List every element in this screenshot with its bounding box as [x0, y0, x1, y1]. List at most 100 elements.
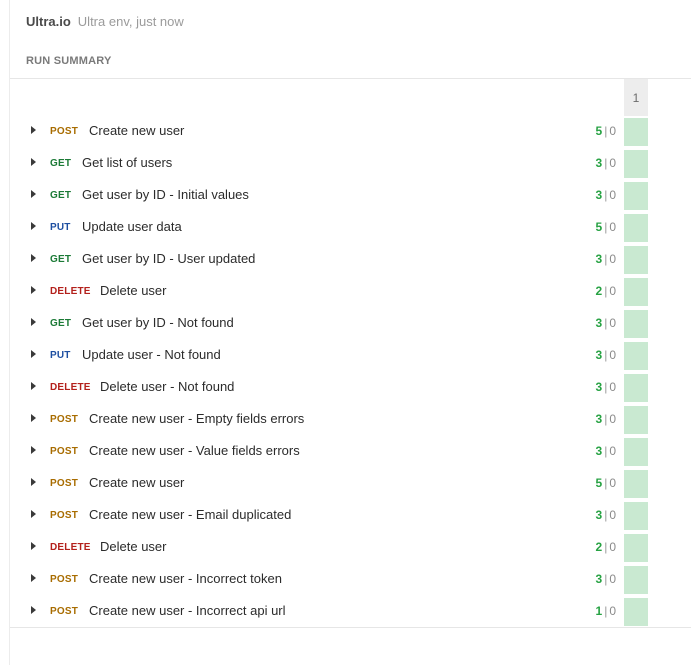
failed-count: 0 — [609, 540, 616, 554]
expand-caret-icon[interactable] — [31, 126, 36, 134]
count-separator: | — [604, 284, 608, 298]
expand-caret-icon[interactable] — [31, 414, 36, 422]
request-row[interactable]: POST Create new user 5 | 0 — [10, 116, 691, 148]
method-badge: POST — [50, 606, 79, 617]
result-counts: 3 | 0 — [596, 572, 617, 586]
request-row[interactable]: DELETE Delete user - Not found 3 | 0 — [10, 372, 691, 404]
iteration-result-cell[interactable] — [624, 246, 648, 274]
request-row[interactable]: GET Get user by ID - User updated 3 | 0 — [10, 244, 691, 276]
iteration-result-cell[interactable] — [624, 406, 648, 434]
request-name: Get user by ID - Not found — [82, 315, 234, 330]
iteration-result-cell[interactable] — [624, 278, 648, 306]
request-row[interactable]: PUT Update user - Not found 3 | 0 — [10, 340, 691, 372]
request-name: Get list of users — [82, 155, 173, 170]
method-badge: GET — [50, 318, 72, 329]
passed-count: 3 — [595, 348, 603, 362]
iteration-result-cell[interactable] — [624, 470, 648, 498]
failed-count: 0 — [609, 124, 616, 138]
failed-count: 0 — [609, 508, 616, 522]
expand-caret-icon[interactable] — [31, 606, 36, 614]
request-row[interactable]: GET Get list of users 3 | 0 — [10, 148, 691, 180]
request-row[interactable]: POST Create new user - Email duplicated 3 |… — [10, 500, 691, 532]
count-separator: | — [604, 156, 608, 170]
result-counts: 3 | 0 — [596, 252, 617, 266]
count-separator: | — [604, 412, 608, 426]
result-counts: 3 | 0 — [596, 508, 617, 522]
count-separator: | — [604, 476, 608, 490]
iteration-result-cell[interactable] — [624, 118, 648, 146]
iteration-result-cell[interactable] — [624, 438, 648, 466]
result-counts: 3 | 0 — [596, 444, 617, 458]
method-badge: POST — [50, 126, 79, 137]
request-row[interactable]: POST Create new user 5 | 0 — [10, 468, 691, 500]
request-name: Get user by ID - Initial values — [82, 187, 249, 202]
expand-caret-icon[interactable] — [31, 542, 36, 550]
passed-count: 3 — [595, 412, 603, 426]
expand-caret-icon[interactable] — [31, 222, 36, 230]
expand-caret-icon[interactable] — [31, 190, 36, 198]
iteration-result-cell[interactable] — [624, 566, 648, 594]
result-counts: 3 | 0 — [596, 348, 617, 362]
count-separator: | — [604, 508, 608, 522]
expand-caret-icon[interactable] — [31, 574, 36, 582]
result-counts: 2 | 0 — [596, 284, 617, 298]
iteration-result-cell[interactable] — [624, 214, 648, 242]
request-row[interactable]: PUT Update user data 5 | 0 — [10, 212, 691, 244]
expand-caret-icon[interactable] — [31, 286, 36, 294]
failed-count: 0 — [609, 604, 616, 618]
method-badge: POST — [50, 478, 79, 489]
iteration-column-header: 1 — [624, 79, 648, 116]
result-counts: 3 | 0 — [596, 380, 617, 394]
passed-count: 3 — [595, 572, 603, 586]
failed-count: 0 — [609, 252, 616, 266]
expand-caret-icon[interactable] — [31, 510, 36, 518]
request-name: Create new user — [89, 475, 185, 490]
method-badge: DELETE — [50, 542, 91, 553]
request-row[interactable]: DELETE Delete user 2 | 0 — [10, 532, 691, 564]
passed-count: 2 — [595, 284, 603, 298]
expand-caret-icon[interactable] — [31, 350, 36, 358]
result-counts: 3 | 0 — [596, 316, 617, 330]
iteration-result-cell[interactable] — [624, 534, 648, 562]
iteration-result-cell[interactable] — [624, 342, 648, 370]
request-row[interactable]: DELETE Delete user 2 | 0 — [10, 276, 691, 308]
failed-count: 0 — [609, 476, 616, 490]
iteration-result-cell[interactable] — [624, 310, 648, 338]
iteration-result-cell[interactable] — [624, 598, 648, 626]
request-row[interactable]: GET Get user by ID - Not found 3 | 0 — [10, 308, 691, 340]
request-row[interactable]: POST Create new user - Incorrect token 3 | 0 — [10, 564, 691, 596]
iteration-result-cell[interactable] — [624, 182, 648, 210]
method-badge: DELETE — [50, 286, 91, 297]
request-row[interactable]: POST Create new user - Empty fields error… — [10, 404, 691, 436]
iteration-result-cell[interactable] — [624, 502, 648, 530]
count-separator: | — [604, 124, 608, 138]
divider — [10, 78, 691, 79]
failed-count: 0 — [609, 156, 616, 170]
request-row[interactable]: POST Create new user - Value fields error… — [10, 436, 691, 468]
passed-count: 1 — [595, 604, 603, 618]
iteration-result-cell[interactable] — [624, 150, 648, 178]
iteration-result-cell[interactable] — [624, 374, 648, 402]
passed-count: 3 — [595, 156, 603, 170]
failed-count: 0 — [609, 348, 616, 362]
request-name: Delete user - Not found — [100, 379, 235, 394]
failed-count: 0 — [609, 444, 616, 458]
expand-caret-icon[interactable] — [31, 446, 36, 454]
failed-count: 0 — [609, 188, 616, 202]
passed-count: 3 — [595, 508, 603, 522]
request-row[interactable]: POST Create new user - Incorrect api url 1… — [10, 596, 691, 628]
count-separator: | — [604, 316, 608, 330]
expand-caret-icon[interactable] — [31, 478, 36, 486]
expand-caret-icon[interactable] — [31, 254, 36, 262]
method-badge: DELETE — [50, 382, 91, 393]
environment-label: Ultra env, just now — [77, 14, 184, 29]
expand-caret-icon[interactable] — [31, 318, 36, 326]
method-badge: PUT — [50, 350, 71, 361]
failed-count: 0 — [609, 284, 616, 298]
passed-count: 5 — [595, 220, 603, 234]
expand-caret-icon[interactable] — [31, 158, 36, 166]
method-badge: GET — [50, 158, 72, 169]
request-name: Delete user — [100, 539, 167, 554]
request-row[interactable]: GET Get user by ID - Initial values 3 | 0 — [10, 180, 691, 212]
expand-caret-icon[interactable] — [31, 382, 36, 390]
